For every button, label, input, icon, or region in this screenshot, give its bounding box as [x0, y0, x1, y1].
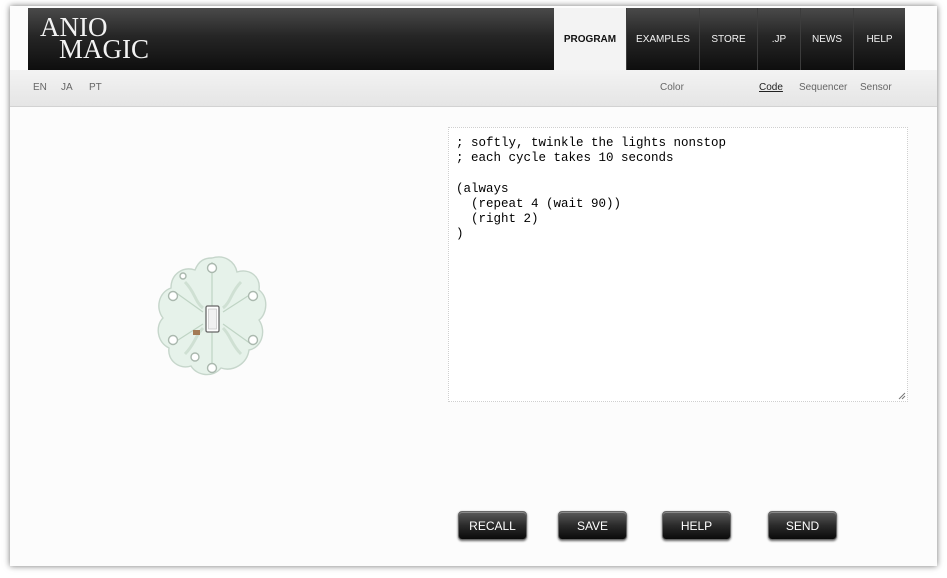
mode-code[interactable]: Code	[759, 82, 783, 93]
nav-program[interactable]: PROGRAM	[554, 8, 626, 70]
save-button[interactable]: SAVE	[558, 511, 627, 540]
code-text[interactable]: ; softly, twinkle the lights nonstop ; e…	[449, 128, 907, 250]
recall-button[interactable]: RECALL	[458, 511, 527, 540]
nav-jp[interactable]: .JP	[757, 8, 800, 70]
lang-ja[interactable]: JA	[61, 82, 73, 93]
mode-sequencer[interactable]: Sequencer	[799, 82, 847, 93]
header-bar: ANIO MAGIC PROGRAM EXAMPLES STORE .JP NE…	[28, 8, 905, 70]
nav-help[interactable]: HELP	[853, 8, 905, 70]
lang-en[interactable]: EN	[33, 82, 47, 93]
sub-toolbar: EN JA PT Color Code Sequencer Sensor	[10, 70, 937, 107]
nav-examples[interactable]: EXAMPLES	[626, 8, 699, 70]
brand-logo[interactable]: ANIO MAGIC	[40, 14, 149, 63]
help-button[interactable]: HELP	[662, 511, 731, 540]
main-nav: PROGRAM EXAMPLES STORE .JP NEWS HELP	[554, 8, 905, 70]
code-editor[interactable]: ; softly, twinkle the lights nonstop ; e…	[448, 127, 908, 402]
resize-handle-icon[interactable]	[897, 391, 906, 400]
mode-sensor[interactable]: Sensor	[860, 82, 892, 93]
app-window: ANIO MAGIC PROGRAM EXAMPLES STORE .JP NE…	[10, 6, 937, 566]
send-button[interactable]: SEND	[768, 511, 837, 540]
lang-pt[interactable]: PT	[89, 82, 102, 93]
anio-board-image	[157, 256, 267, 376]
nav-store[interactable]: STORE	[699, 8, 757, 70]
nav-news[interactable]: NEWS	[800, 8, 853, 70]
mode-color[interactable]: Color	[660, 82, 684, 93]
